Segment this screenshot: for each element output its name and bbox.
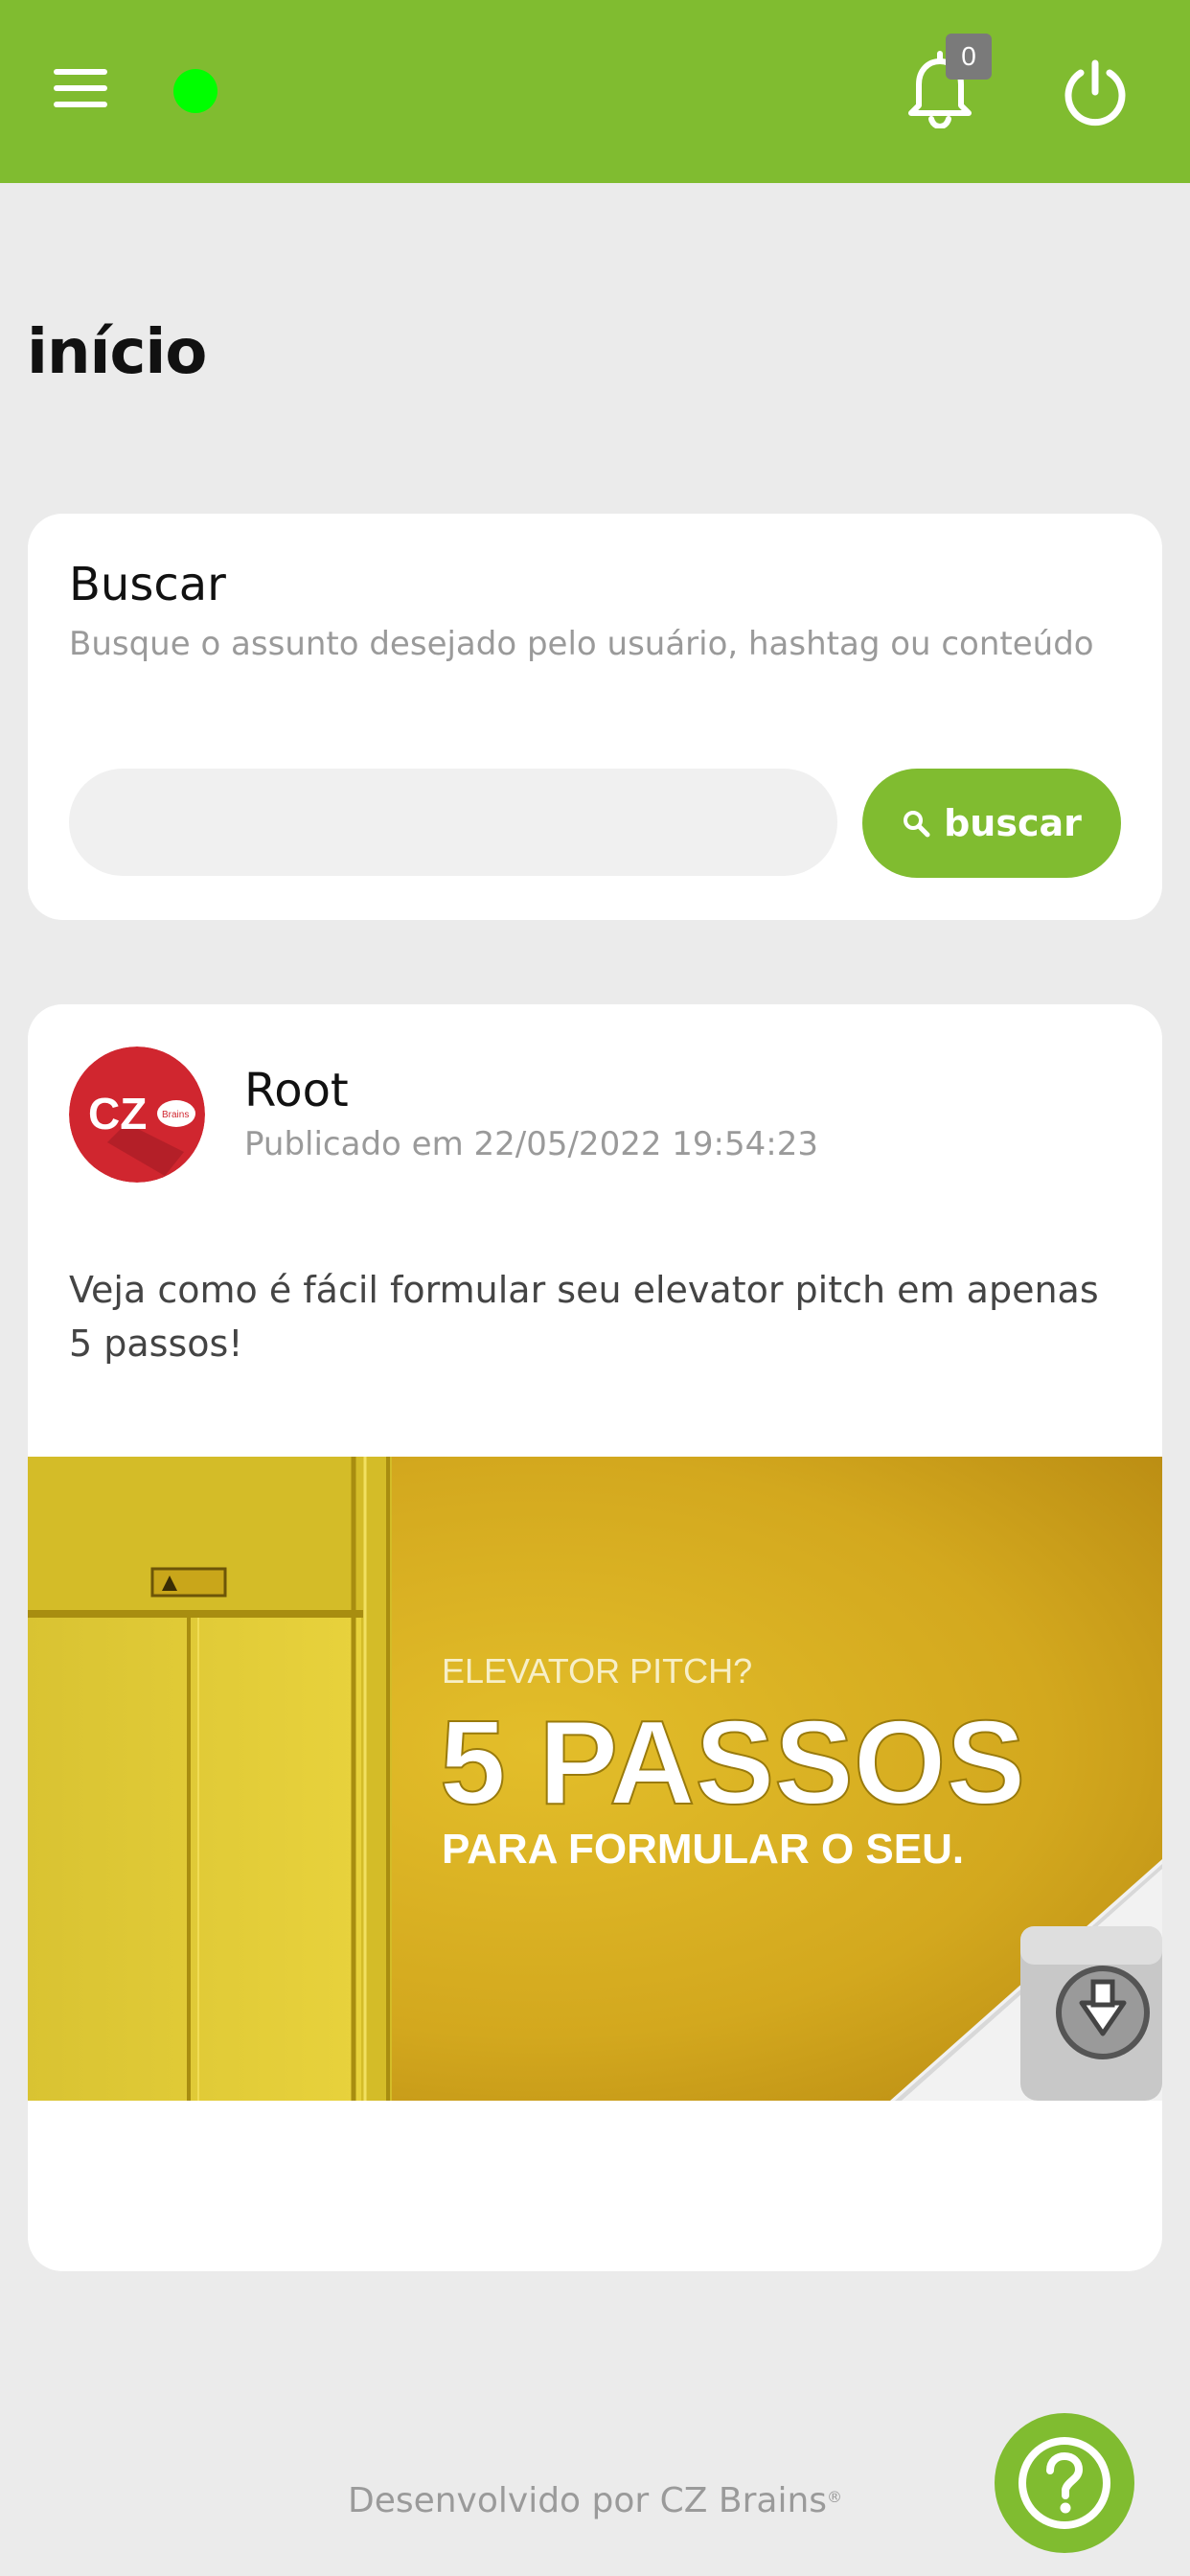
search-description: Busque o assunto desejado pelo usuário, …	[69, 625, 1094, 663]
cz-brains-logo: CZ Brains	[69, 1046, 205, 1183]
banner-line-1: ELEVATOR PITCH?	[442, 1651, 752, 1690]
help-button[interactable]	[995, 2413, 1134, 2553]
elevator-pitch-banner: ELEVATOR PITCH? 5 PASSOS PARA FORMULAR O…	[28, 1457, 1162, 2101]
power-icon	[1064, 59, 1126, 126]
post-date: Publicado em 22/05/2022 19:54:23	[244, 1125, 818, 1163]
post-text: Veja como é fácil formular seu elevator …	[69, 1269, 1099, 1365]
logout-button[interactable]	[1062, 59, 1129, 128]
banner-line-2: 5 PASSOS	[440, 1697, 1025, 1829]
search-title: Buscar	[69, 558, 226, 611]
page-title: início	[27, 317, 207, 388]
hamburger-menu-icon[interactable]	[54, 67, 107, 109]
avatar-logo-subtext: Brains	[162, 1110, 189, 1120]
online-status-indicator	[173, 69, 217, 113]
post-card: CZ Brains Root Publicado em 22/05/2022 1…	[28, 1004, 1162, 2271]
top-app-bar: 0	[0, 0, 1190, 183]
post-image[interactable]: ELEVATOR PITCH? 5 PASSOS PARA FORMULAR O…	[28, 1457, 1162, 2101]
menu-line	[54, 102, 107, 107]
search-button[interactable]: buscar	[862, 769, 1121, 878]
banner-line-3: PARA FORMULAR O SEU.	[442, 1826, 964, 1873]
avatar-logo-text: CZ	[88, 1089, 147, 1138]
search-card: Buscar Busque o assunto desejado pelo us…	[28, 514, 1162, 920]
author-avatar[interactable]: CZ Brains	[69, 1046, 205, 1183]
search-icon	[904, 811, 930, 838]
registered-mark: ®	[827, 2488, 843, 2506]
footer-text: Desenvolvido por CZ Brains	[347, 2481, 828, 2520]
menu-line	[54, 69, 107, 75]
post-author: Root	[244, 1064, 349, 1117]
search-button-label: buscar	[944, 802, 1082, 844]
search-input[interactable]	[69, 769, 837, 876]
menu-line	[54, 85, 107, 91]
help-question-icon	[1018, 2437, 1110, 2529]
notification-count-badge: 0	[946, 34, 992, 80]
